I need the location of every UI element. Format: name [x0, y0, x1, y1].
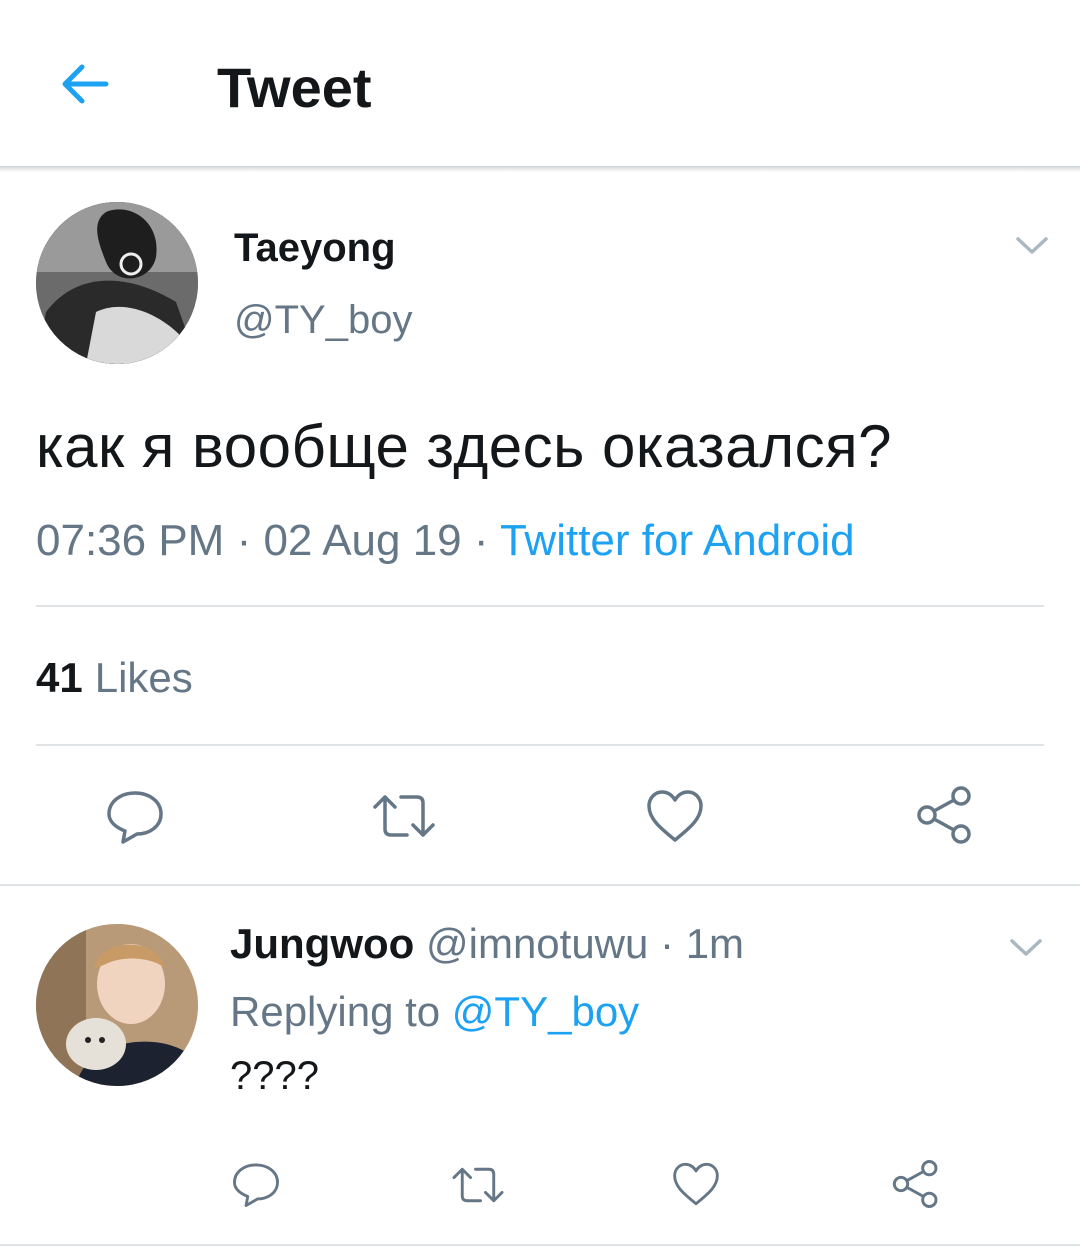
heart-icon: [647, 790, 703, 842]
share-icon: [917, 786, 971, 844]
likes-stat[interactable]: 41 Likes: [36, 654, 193, 702]
separator: ·: [648, 920, 686, 967]
share-button[interactable]: [910, 782, 980, 848]
tweet-source-link[interactable]: Twitter for Android: [500, 516, 855, 565]
author-handle[interactable]: @TY_boy: [234, 298, 412, 343]
author-name[interactable]: Taeyong: [234, 226, 396, 271]
back-button[interactable]: [52, 52, 116, 116]
reply-icon: [233, 1163, 279, 1207]
reply-author-name[interactable]: Jungwoo: [230, 920, 414, 967]
tweet-time: 07:36 PM: [36, 516, 225, 565]
divider: [0, 1244, 1080, 1246]
retweet-icon: [373, 795, 435, 837]
retweet-button[interactable]: [368, 784, 440, 848]
reply-icon: [107, 791, 163, 844]
tweet-text: как я вообще здесь оказался?: [36, 413, 892, 480]
chevron-down-icon: [1016, 237, 1048, 254]
arrow-left-icon: [62, 64, 109, 104]
reply-text: ????: [230, 1054, 319, 1098]
avatar-photo: [36, 202, 198, 364]
divider: [0, 884, 1080, 886]
reply-menu-button[interactable]: [1002, 924, 1050, 972]
reply-reply-button[interactable]: [226, 1156, 286, 1212]
tweet-meta: 07:36 PM · 02 Aug 19 · Twitter for Andro…: [36, 516, 855, 566]
tweet-date: 02 Aug 19: [263, 516, 462, 565]
reply-button[interactable]: [100, 784, 170, 848]
reply-avatar[interactable]: [36, 924, 198, 1086]
heart-icon: [673, 1162, 719, 1206]
replying-to: Replying to @TY_boy: [230, 988, 639, 1036]
replying-mention-link[interactable]: @TY_boy: [452, 988, 639, 1035]
avatar[interactable]: [36, 202, 198, 364]
replying-prefix: Replying to: [230, 988, 452, 1035]
separator: ·: [224, 516, 264, 565]
divider: [36, 744, 1044, 746]
likes-label: Likes: [94, 654, 193, 701]
retweet-icon: [452, 1167, 504, 1203]
chevron-down-icon: [1010, 939, 1042, 956]
reply-age: 1m: [685, 920, 745, 967]
page-title: Tweet: [217, 56, 372, 119]
tweet-menu-button[interactable]: [1008, 222, 1056, 270]
likes-count: 41: [36, 654, 83, 701]
reply-share-button[interactable]: [886, 1156, 946, 1212]
topbar-divider: [0, 166, 1080, 172]
reply-retweet-button[interactable]: [446, 1158, 510, 1212]
reply-header: Jungwoo @imnotuwu · 1m: [230, 920, 744, 968]
share-icon: [892, 1160, 938, 1208]
separator: ·: [461, 516, 500, 565]
reply-like-button[interactable]: [666, 1156, 726, 1212]
top-bar: Tweet: [0, 0, 1080, 168]
like-button[interactable]: [640, 784, 710, 848]
divider: [36, 605, 1044, 607]
reply-author-handle[interactable]: @imnotuwu: [426, 920, 648, 967]
avatar-photo: [36, 924, 198, 1086]
